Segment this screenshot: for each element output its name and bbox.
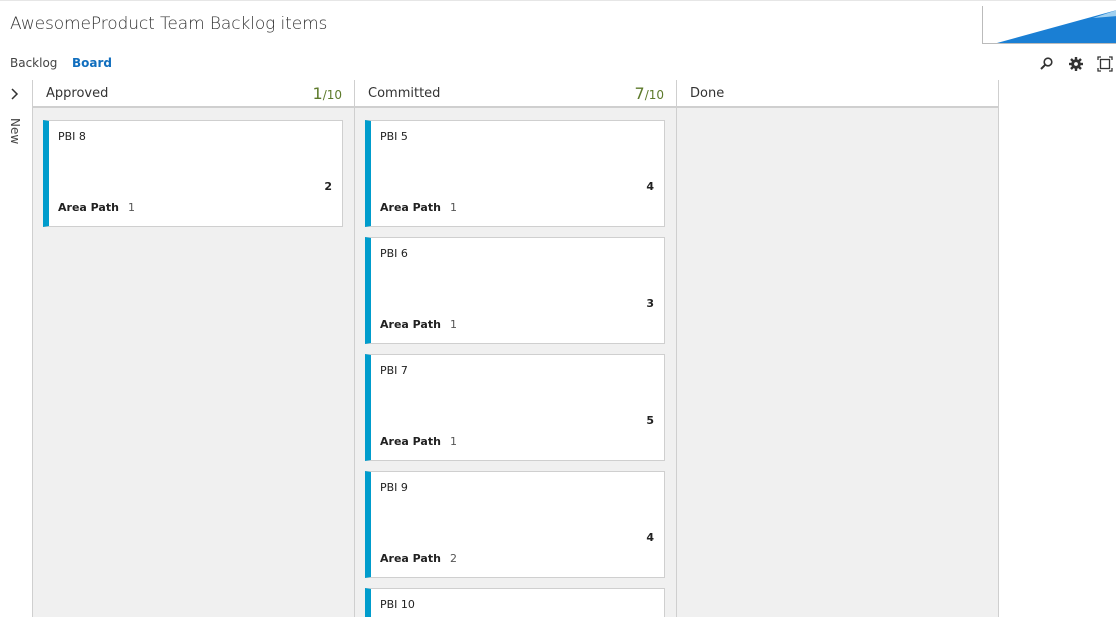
column-title: Done <box>690 86 725 101</box>
card-estimate: 4 <box>646 180 654 193</box>
column-body: PBI 8 2 Area Path 1 <box>33 108 354 617</box>
column-header: Committed 7/10 <box>355 80 676 108</box>
wip-count: 1 <box>312 84 323 103</box>
work-item-card[interactable]: PBI 8 2 Area Path 1 <box>43 120 343 227</box>
work-item-card[interactable]: PBI 10 <box>365 588 665 617</box>
work-item-card[interactable]: PBI 6 3 Area Path 1 <box>365 237 665 344</box>
card-field-value: 1 <box>450 435 457 448</box>
work-item-card[interactable]: PBI 5 4 Area Path 1 <box>365 120 665 227</box>
card-estimate: 4 <box>646 531 654 544</box>
wip-limit: 7/10 <box>635 84 665 103</box>
column-divider <box>998 80 999 617</box>
work-item-card[interactable]: PBI 9 4 Area Path 2 <box>365 471 665 578</box>
card-title: PBI 9 <box>380 481 408 494</box>
card-field-label: Area Path <box>380 318 441 331</box>
card-field-value: 1 <box>450 318 457 331</box>
card-title: PBI 6 <box>380 247 408 260</box>
card-field-label: Area Path <box>380 201 441 214</box>
swimlane-label-text: New <box>8 118 22 145</box>
card-field-value: 2 <box>450 552 457 565</box>
card-title: PBI 8 <box>58 130 86 143</box>
column-header: Approved 1/10 <box>33 80 354 108</box>
column-body <box>677 108 998 617</box>
card-field-label: Area Path <box>380 435 441 448</box>
column-body: PBI 5 4 Area Path 1 PBI 6 3 Area Path 1 … <box>355 108 676 617</box>
fullscreen-icon[interactable] <box>1097 56 1113 72</box>
page-title: AwesomeProduct Team Backlog items <box>10 14 328 34</box>
card-field-label: Area Path <box>58 201 119 214</box>
card-title: PBI 7 <box>380 364 408 377</box>
column-committed: Committed 7/10 PBI 5 4 Area Path 1 PBI 6… <box>355 80 676 617</box>
wip-count: 7 <box>634 84 645 103</box>
expand-lane-chevron-icon[interactable] <box>8 86 22 100</box>
wip-max: /10 <box>644 88 664 102</box>
card-estimate: 2 <box>324 180 332 193</box>
card-title: PBI 5 <box>380 130 408 143</box>
swimlane-label: New <box>6 118 24 158</box>
card-field-label: Area Path <box>380 552 441 565</box>
column-title: Committed <box>368 86 441 101</box>
column-approved: Approved 1/10 PBI 8 2 Area Path 1 <box>33 80 354 617</box>
card-field-value: 1 <box>450 201 457 214</box>
wip-max: /10 <box>322 88 342 102</box>
burndown-chart-thumbnail[interactable] <box>982 6 1116 44</box>
column-title: Approved <box>46 86 109 101</box>
tab-backlog[interactable]: Backlog <box>10 56 57 70</box>
gear-icon[interactable] <box>1068 56 1084 72</box>
column-done: Done <box>677 80 998 617</box>
top-divider <box>0 0 1116 1</box>
card-estimate: 5 <box>646 414 654 427</box>
wip-limit: 1/10 <box>313 84 343 103</box>
card-field-value: 1 <box>128 201 135 214</box>
column-header: Done <box>677 80 998 108</box>
work-item-card[interactable]: PBI 7 5 Area Path 1 <box>365 354 665 461</box>
tab-board[interactable]: Board <box>72 56 112 70</box>
search-icon[interactable] <box>1039 56 1055 72</box>
card-title: PBI 10 <box>380 598 415 611</box>
card-estimate: 3 <box>646 297 654 310</box>
